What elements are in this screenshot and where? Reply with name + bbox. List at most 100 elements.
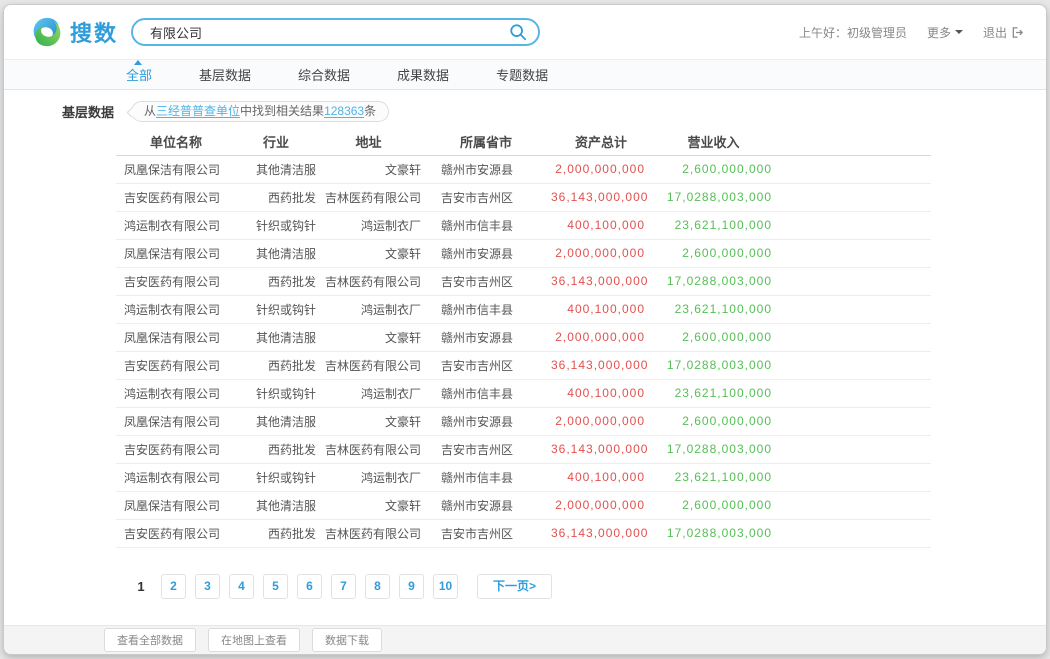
cell-total-assets: 36,143,000,000 xyxy=(551,351,651,379)
cell-revenue: 17,0288,003,000 xyxy=(651,267,776,295)
cell-filler xyxy=(776,491,931,519)
user-greeting: 上午好：初级管理员 xyxy=(799,24,907,41)
search-input[interactable] xyxy=(150,25,509,40)
result-text-middle: 中找到相关结果 xyxy=(240,104,324,118)
cell-province-city: 吉安市吉州区 xyxy=(421,435,551,463)
cell-province-city: 赣州市安源县 xyxy=(421,155,551,183)
result-count-link[interactable]: 128363 xyxy=(324,104,364,118)
search-box[interactable] xyxy=(131,18,540,46)
more-menu[interactable]: 更多 xyxy=(927,24,963,41)
cell-address: 文豪轩 xyxy=(316,407,421,435)
cell-total-assets: 2,000,000,000 xyxy=(551,239,651,267)
cell-industry: 其他清洁服 xyxy=(236,491,316,519)
cell-address: 文豪轩 xyxy=(316,239,421,267)
page-buttons-host: 23456789 10 xyxy=(161,574,458,599)
cell-province-city: 赣州市安源县 xyxy=(421,323,551,351)
footer-button-1[interactable]: 在地图上查看 xyxy=(208,628,300,652)
header-unit-name: 单位名称 xyxy=(116,128,236,155)
cell-filler xyxy=(776,435,931,463)
cell-unit-name: 吉安医药有限公司 xyxy=(116,519,236,547)
table-row: 鸿运制衣有限公司 针织或钩针 鸿运制衣厂 赣州市信丰县 400,100,000 … xyxy=(116,379,931,407)
cell-filler xyxy=(776,407,931,435)
table-row: 凤凰保洁有限公司 其他清洁服 文豪轩 赣州市安源县 2,000,000,000 … xyxy=(116,407,931,435)
page-button[interactable]: 7 xyxy=(331,574,356,599)
page-button[interactable]: 3 xyxy=(195,574,220,599)
cell-industry: 西药批发 xyxy=(236,351,316,379)
source-link[interactable]: 三经普普查单位 xyxy=(156,104,240,118)
cell-unit-name: 吉安医药有限公司 xyxy=(116,435,236,463)
tab-4[interactable]: 专题数据 xyxy=(496,65,548,84)
cell-unit-name: 凤凰保洁有限公司 xyxy=(116,407,236,435)
search-icon[interactable] xyxy=(509,23,527,41)
category-label: 基层数据 xyxy=(62,102,114,121)
user-area: 上午好：初级管理员 更多 退出 xyxy=(799,24,1024,41)
cell-address: 吉林医药有限公司 xyxy=(316,183,421,211)
cell-filler xyxy=(776,463,931,491)
cell-revenue: 17,0288,003,000 xyxy=(651,183,776,211)
page-button[interactable]: 10 xyxy=(433,574,458,599)
tab-1[interactable]: 基层数据 xyxy=(199,65,251,84)
page-button[interactable]: 6 xyxy=(297,574,322,599)
cell-province-city: 吉安市吉州区 xyxy=(421,519,551,547)
result-line: 基层数据 从三经普普查单位中找到相关结果128363条 xyxy=(4,101,1046,122)
cell-revenue: 2,600,000,000 xyxy=(651,491,776,519)
footer-bar: 查看全部数据在地图上查看数据下载 xyxy=(4,625,1046,654)
cell-industry: 西药批发 xyxy=(236,435,316,463)
cell-address: 鸿运制衣厂 xyxy=(316,295,421,323)
cell-province-city: 赣州市信丰县 xyxy=(421,295,551,323)
next-page-button[interactable]: 下一页> xyxy=(477,574,552,599)
table-row: 吉安医药有限公司 西药批发 吉林医药有限公司 吉安市吉州区 36,143,000… xyxy=(116,183,931,211)
cell-industry: 其他清洁服 xyxy=(236,239,316,267)
cell-address: 鸿运制衣厂 xyxy=(316,211,421,239)
cell-unit-name: 鸿运制衣有限公司 xyxy=(116,295,236,323)
cell-revenue: 2,600,000,000 xyxy=(651,155,776,183)
active-tab-pointer-icon xyxy=(134,56,142,65)
cell-unit-name: 凤凰保洁有限公司 xyxy=(116,155,236,183)
cell-unit-name: 吉安医药有限公司 xyxy=(116,267,236,295)
page-button[interactable]: 2 xyxy=(161,574,186,599)
cell-total-assets: 400,100,000 xyxy=(551,379,651,407)
cell-province-city: 赣州市信丰县 xyxy=(421,211,551,239)
cell-province-city: 吉安市吉州区 xyxy=(421,183,551,211)
tab-2[interactable]: 综合数据 xyxy=(298,65,350,84)
table-row: 吉安医药有限公司 西药批发 吉林医药有限公司 吉安市吉州区 36,143,000… xyxy=(116,435,931,463)
cell-industry: 针织或钩针 xyxy=(236,295,316,323)
cell-total-assets: 36,143,000,000 xyxy=(551,183,651,211)
page-button[interactable]: 8 xyxy=(365,574,390,599)
cell-revenue: 17,0288,003,000 xyxy=(651,435,776,463)
cell-revenue: 2,600,000,000 xyxy=(651,407,776,435)
table-row: 吉安医药有限公司 西药批发 吉林医药有限公司 吉安市吉州区 36,143,000… xyxy=(116,267,931,295)
page-button[interactable]: 9 xyxy=(399,574,424,599)
tab-3[interactable]: 成果数据 xyxy=(397,65,449,84)
cell-total-assets: 2,000,000,000 xyxy=(551,491,651,519)
cell-province-city: 赣州市安源县 xyxy=(421,407,551,435)
cell-total-assets: 36,143,000,000 xyxy=(551,519,651,547)
cell-industry: 其他清洁服 xyxy=(236,155,316,183)
cell-total-assets: 36,143,000,000 xyxy=(551,435,651,463)
logout-button[interactable]: 退出 xyxy=(983,24,1024,41)
page-button[interactable]: 5 xyxy=(263,574,288,599)
cell-total-assets: 400,100,000 xyxy=(551,295,651,323)
page-button[interactable]: 4 xyxy=(229,574,254,599)
cell-filler xyxy=(776,155,931,183)
tab-0[interactable]: 全部 xyxy=(126,65,152,84)
top-bar: 搜数 上午好：初级管理员 更多 退出 xyxy=(4,5,1046,59)
result-text-suffix: 条 xyxy=(364,104,376,118)
cell-industry: 西药批发 xyxy=(236,183,316,211)
brand-logo-icon xyxy=(32,17,62,47)
cell-address: 吉林医药有限公司 xyxy=(316,519,421,547)
cell-revenue: 23,621,100,000 xyxy=(651,379,776,407)
cell-filler xyxy=(776,519,931,547)
table-row: 吉安医药有限公司 西药批发 吉林医药有限公司 吉安市吉州区 36,143,000… xyxy=(116,351,931,379)
footer-button-2[interactable]: 数据下载 xyxy=(312,628,382,652)
header-industry: 行业 xyxy=(236,128,316,155)
header-filler xyxy=(776,128,931,155)
cell-industry: 其他清洁服 xyxy=(236,407,316,435)
header-address: 地址 xyxy=(316,128,421,155)
result-text-prefix: 从 xyxy=(144,104,156,118)
cell-revenue: 23,621,100,000 xyxy=(651,211,776,239)
results-table: 单位名称 行业 地址 所属省市 资产总计 营业收入 凤凰保洁有限公司 其他清洁服… xyxy=(116,128,931,548)
header-province-city: 所属省市 xyxy=(421,128,551,155)
footer-button-0[interactable]: 查看全部数据 xyxy=(104,628,196,652)
cell-revenue: 23,621,100,000 xyxy=(651,463,776,491)
